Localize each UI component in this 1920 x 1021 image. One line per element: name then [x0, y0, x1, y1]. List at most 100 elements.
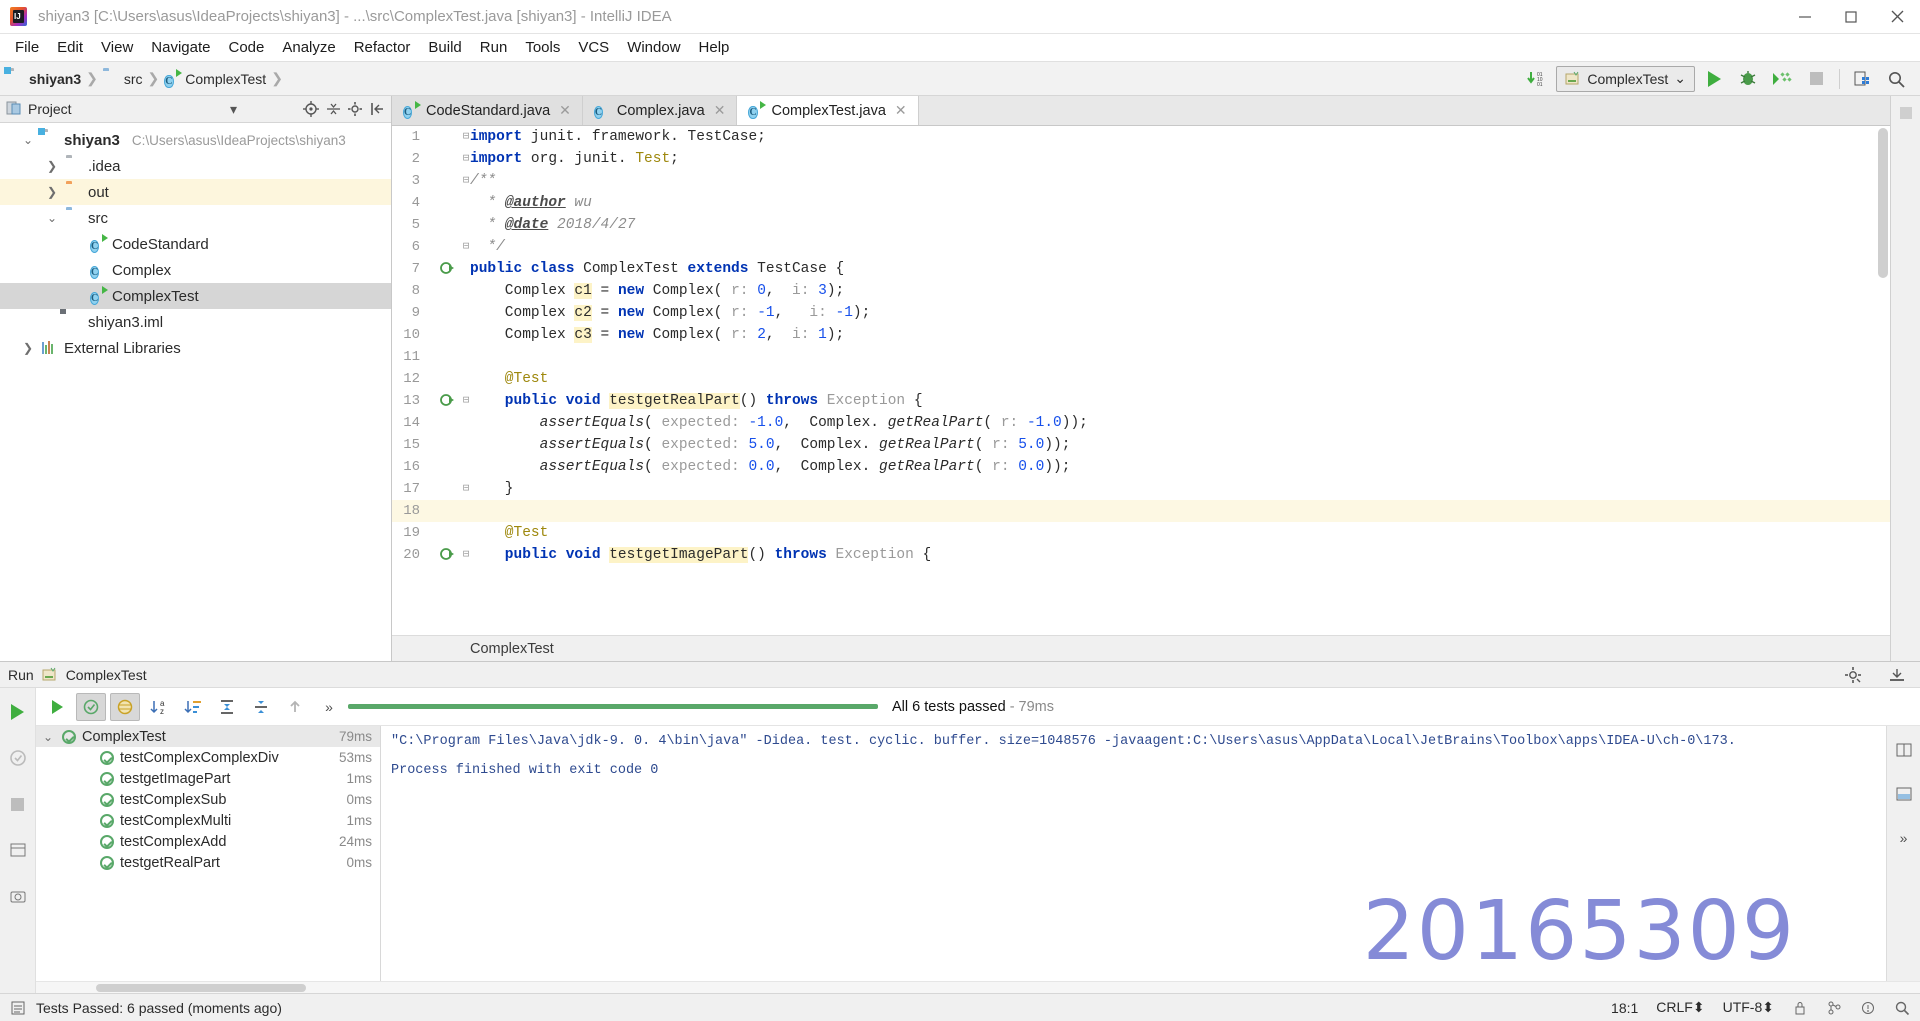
tree-item-external-libraries[interactable]: ❯ External Libraries: [0, 335, 391, 361]
menu-edit[interactable]: Edit: [48, 36, 92, 59]
run-configuration-selector[interactable]: ComplexTest ⌄: [1556, 65, 1695, 92]
code-line[interactable]: assertEquals( expected: 5.0, Complex. ge…: [470, 434, 1890, 456]
maven-icon[interactable]: [1895, 102, 1917, 124]
code-line[interactable]: }: [470, 478, 1890, 500]
chevron-right-icon[interactable]: ❯: [44, 185, 60, 199]
collapse-all-icon[interactable]: [325, 101, 341, 117]
menu-window[interactable]: Window: [618, 36, 689, 59]
tree-item-out[interactable]: ❯ out: [0, 179, 391, 205]
code-line[interactable]: @Test: [470, 522, 1890, 544]
close-icon[interactable]: [1874, 0, 1920, 34]
run-icon[interactable]: [1699, 66, 1729, 92]
locate-icon[interactable]: [303, 101, 319, 117]
more-icon[interactable]: »: [314, 693, 344, 721]
code-line[interactable]: import org. junit. Test;: [470, 148, 1890, 170]
search-everywhere-icon[interactable]: [1882, 66, 1912, 92]
tree-item-shiyan3[interactable]: ⌄ shiyan3 C:\Users\asus\IdeaProjects\shiya…: [0, 127, 391, 153]
debug-icon[interactable]: [1733, 66, 1763, 92]
menu-code[interactable]: Code: [219, 36, 273, 59]
update-project-icon[interactable]: 01 10 01: [1522, 66, 1552, 92]
run-with-coverage-icon[interactable]: [1767, 66, 1797, 92]
code-line[interactable]: Complex c2 = new Complex( r: -1, i: -1);: [470, 302, 1890, 324]
test-row-testgetimagepart[interactable]: testgetImagePart 1ms: [36, 768, 380, 789]
inspection-icon[interactable]: [1860, 1000, 1876, 1016]
git-branch-icon[interactable]: [1826, 1000, 1842, 1016]
dump-threads-icon[interactable]: [3, 836, 33, 864]
close-icon[interactable]: ✕: [895, 102, 907, 119]
test-row-testgetrealpart[interactable]: testgetRealPart 0ms: [36, 852, 380, 873]
menu-vcs[interactable]: VCS: [569, 36, 618, 59]
tree-item--idea[interactable]: ❯ .idea: [0, 153, 391, 179]
code-line[interactable]: Complex c3 = new Complex( r: 2, i: 1);: [470, 324, 1890, 346]
tree-item-src[interactable]: ⌄ src: [0, 205, 391, 231]
editor-vertical-scrollbar[interactable]: [1876, 126, 1890, 661]
show-passed-icon[interactable]: [76, 692, 106, 721]
chevron-right-icon[interactable]: ❯: [20, 341, 36, 355]
editor-viewport[interactable]: 1 ⊟ 2 ⊟ 3 ⊟ 4 5 6 ⊟ 7 8 9 10 11 12 13 ⊟ 14 15 16 17 ⊟ 18 19 20 ⊟ i…: [392, 126, 1890, 661]
maximize-icon[interactable]: [1828, 0, 1874, 34]
caret-position[interactable]: 18:1: [1611, 1000, 1638, 1016]
code-line[interactable]: public void testgetImagePart() throws Ex…: [470, 544, 1890, 566]
console-output[interactable]: "C:\Program Files\Java\jdk-9. 0. 4\bin\j…: [381, 726, 1886, 981]
code-line[interactable]: import junit. framework. TestCase;: [470, 126, 1890, 148]
code-content[interactable]: import junit. framework. TestCase; import…: [470, 126, 1890, 661]
chevron-down-icon[interactable]: ▾: [230, 101, 237, 118]
file-encoding[interactable]: UTF-8⬍: [1723, 999, 1774, 1016]
tree-item-complex[interactable]: C Complex: [0, 257, 391, 283]
menu-analyze[interactable]: Analyze: [273, 36, 344, 59]
project-tree[interactable]: ⌄ shiyan3 C:\Users\asus\IdeaProjects\shiya…: [0, 123, 391, 661]
menu-navigate[interactable]: Navigate: [142, 36, 219, 59]
run-test-gutter-icon[interactable]: [438, 390, 456, 412]
menu-run[interactable]: Run: [471, 36, 517, 59]
console-horizontal-scrollbar[interactable]: [36, 981, 1920, 993]
menu-tools[interactable]: Tools: [516, 36, 569, 59]
expand-all-icon[interactable]: [212, 693, 242, 721]
breadcrumb-module[interactable]: shiyan3: [8, 71, 81, 87]
menu-view[interactable]: View: [92, 36, 142, 59]
menu-build[interactable]: Build: [419, 36, 470, 59]
hide-icon[interactable]: [1888, 666, 1906, 686]
code-line[interactable]: public void testgetRealPart() throws Exc…: [470, 390, 1890, 412]
menu-refactor[interactable]: Refactor: [345, 36, 420, 59]
chevron-down-icon[interactable]: ⌄: [20, 133, 36, 147]
show-ignored-icon[interactable]: [110, 692, 140, 721]
run-test-gutter-icon[interactable]: [438, 258, 456, 280]
test-results-tree[interactable]: ⌄ ComplexTest 79ms testComplexComplexDiv 53m…: [36, 726, 381, 981]
tree-item-complextest[interactable]: C ComplexTest: [0, 283, 391, 309]
code-line[interactable]: assertEquals( expected: 0.0, Complex. ge…: [470, 456, 1890, 478]
code-line[interactable]: /**: [470, 170, 1890, 192]
test-row-testcomplexsub[interactable]: testComplexSub 0ms: [36, 789, 380, 810]
editor-tab-complex-java[interactable]: C Complex.java ✕: [582, 96, 738, 125]
code-line[interactable]: assertEquals( expected: -1.0, Complex. g…: [470, 412, 1890, 434]
layout-icon[interactable]: [1889, 736, 1919, 764]
code-line[interactable]: [470, 500, 1890, 522]
close-icon[interactable]: ✕: [714, 102, 726, 119]
test-row-complextest[interactable]: ⌄ ComplexTest 79ms: [36, 726, 380, 747]
editor-tab-codestandard-java[interactable]: C CodeStandard.java ✕: [392, 96, 583, 125]
menu-file[interactable]: File: [6, 36, 48, 59]
chevron-down-icon[interactable]: ⌄: [40, 730, 56, 744]
settings-icon[interactable]: [1848, 66, 1878, 92]
code-line[interactable]: * @author wu: [470, 192, 1890, 214]
screenshot-icon[interactable]: [3, 882, 33, 910]
minimize-icon[interactable]: [1782, 0, 1828, 34]
line-separator[interactable]: CRLF⬍: [1656, 999, 1704, 1016]
tree-item-codestandard[interactable]: C CodeStandard: [0, 231, 391, 257]
collapse-icon[interactable]: [1889, 780, 1919, 808]
menu-help[interactable]: Help: [690, 36, 739, 59]
tree-item-shiyan3-iml[interactable]: shiyan3.iml: [0, 309, 391, 335]
editor-gutter[interactable]: 1 ⊟ 2 ⊟ 3 ⊟ 4 5 6 ⊟ 7 8 9 10 11 12 13 ⊟ 14 15 16 17 ⊟ 18 19 20 ⊟: [392, 126, 470, 661]
code-line[interactable]: @Test: [470, 368, 1890, 390]
settings-icon[interactable]: [347, 101, 363, 117]
lock-icon[interactable]: [1792, 1000, 1808, 1016]
close-icon[interactable]: ✕: [559, 102, 571, 119]
settings-icon[interactable]: [1844, 666, 1862, 686]
code-line[interactable]: public class ComplexTest extends TestCas…: [470, 258, 1890, 280]
search-icon[interactable]: [1894, 1000, 1910, 1016]
code-line[interactable]: [470, 346, 1890, 368]
rerun-icon[interactable]: [3, 698, 33, 726]
event-log-icon[interactable]: [10, 1000, 26, 1016]
code-line[interactable]: Complex c1 = new Complex( r: 0, i: 3);: [470, 280, 1890, 302]
test-row-testcomplexadd[interactable]: testComplexAdd 24ms: [36, 831, 380, 852]
chevron-down-icon[interactable]: ⌄: [44, 211, 60, 225]
